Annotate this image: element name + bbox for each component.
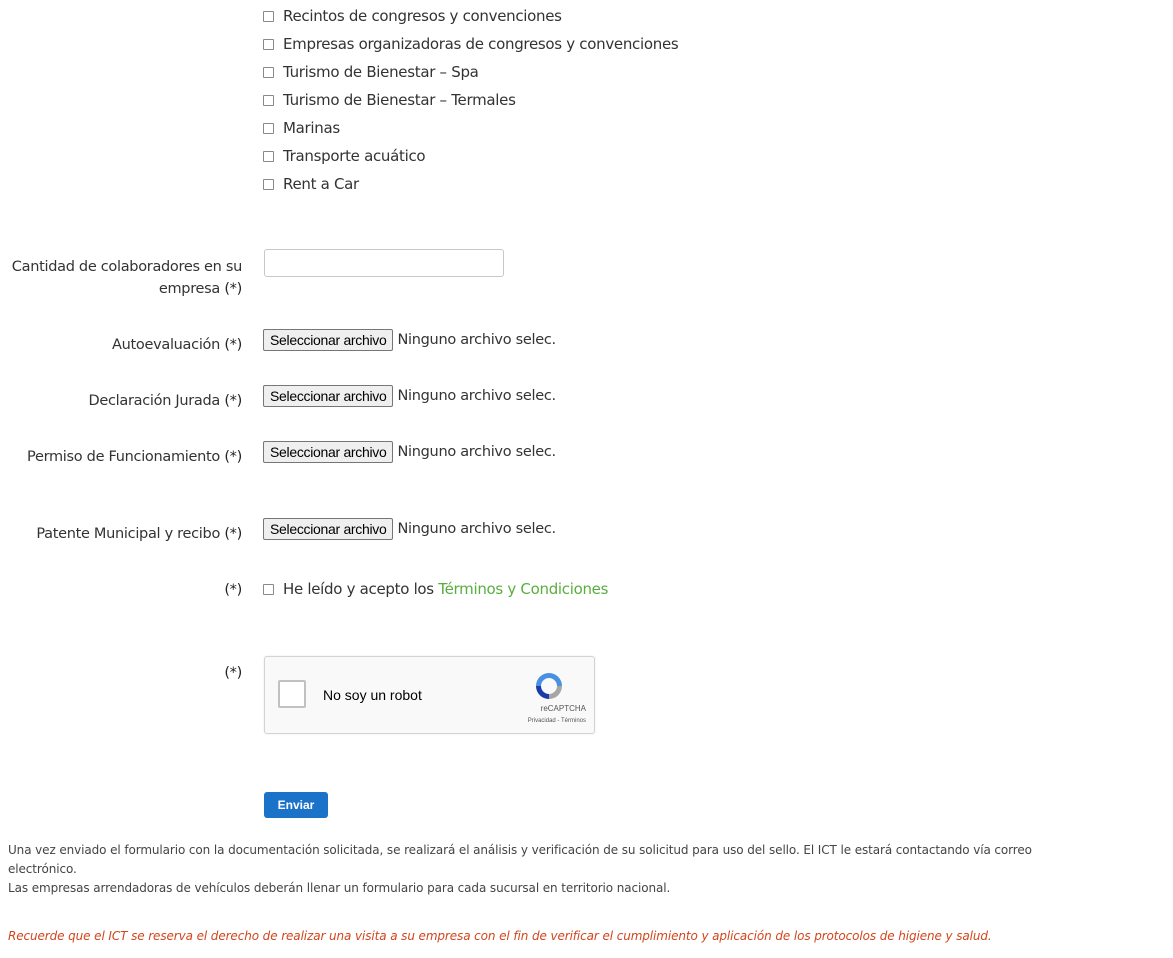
- checkbox-label: Turismo de Bienestar – Spa: [283, 63, 479, 81]
- terms-checkbox[interactable]: [263, 583, 274, 595]
- inspection-warning: Recuerde que el ICT se reserva el derech…: [8, 929, 992, 943]
- recaptcha-logo-icon: [536, 673, 562, 699]
- municipal-license-file-input[interactable]: Seleccionar archivo Ninguno archivo sele…: [263, 518, 556, 540]
- employees-input[interactable]: [264, 249, 504, 277]
- file-status: Ninguno archivo selec.: [397, 332, 556, 348]
- checkbox[interactable]: [263, 66, 274, 78]
- required-mark: (*): [224, 393, 242, 409]
- category-checkbox-rent-a-car[interactable]: Rent a Car: [263, 174, 359, 194]
- checkbox-label: Empresas organizadoras de congresos y co…: [283, 35, 679, 53]
- employees-label: Cantidad de colaboradores en su empresa …: [11, 259, 243, 297]
- recaptcha-brand: reCAPTCHA: [540, 704, 586, 713]
- checkbox-label: Marinas: [283, 119, 340, 137]
- recaptcha-widget: No soy un robot reCAPTCHA Privacidad - T…: [264, 656, 595, 734]
- select-file-button[interactable]: Seleccionar archivo: [263, 385, 394, 407]
- municipal-license-label: Patente Municipal y recibo (*): [36, 526, 242, 542]
- terms-required-mark: (*): [224, 582, 242, 598]
- category-checkbox-congress-venues[interactable]: Recintos de congresos y convenciones: [263, 6, 562, 26]
- category-checkbox-congress-organizers[interactable]: Empresas organizadoras de congresos y co…: [263, 34, 679, 54]
- captcha-required-mark: (*): [224, 665, 242, 681]
- checkbox[interactable]: [263, 38, 274, 50]
- select-file-button[interactable]: Seleccionar archivo: [263, 329, 394, 351]
- required-mark: (*): [224, 526, 242, 542]
- checkbox[interactable]: [263, 150, 274, 162]
- self-assessment-file-input[interactable]: Seleccionar archivo Ninguno archivo sele…: [263, 329, 556, 351]
- file-status: Ninguno archivo selec.: [397, 388, 556, 404]
- checkbox[interactable]: [263, 94, 274, 106]
- required-mark: (*): [224, 337, 242, 353]
- required-mark: (*): [224, 281, 242, 297]
- operating-permit-file-input[interactable]: Seleccionar archivo Ninguno archivo sele…: [263, 441, 556, 463]
- checkbox[interactable]: [263, 122, 274, 134]
- checkbox-label: Transporte acuático: [283, 147, 426, 165]
- checkbox[interactable]: [263, 178, 274, 190]
- recaptcha-checkbox[interactable]: [278, 680, 306, 708]
- self-assessment-label: Autoevaluación (*): [111, 337, 242, 353]
- checkbox-label: Rent a Car: [283, 175, 359, 193]
- terms-checkbox-row[interactable]: He leído y acepto los Términos y Condici…: [263, 579, 608, 599]
- note-line-1: Una vez enviado el formulario con la doc…: [8, 843, 1032, 857]
- terms-link[interactable]: Términos y Condiciones: [438, 580, 608, 598]
- sworn-statement-file-input[interactable]: Seleccionar archivo Ninguno archivo sele…: [263, 385, 556, 407]
- file-status: Ninguno archivo selec.: [397, 444, 556, 460]
- checkbox-label: Turismo de Bienestar – Termales: [283, 91, 516, 109]
- category-checkbox-thermal[interactable]: Turismo de Bienestar – Termales: [263, 90, 516, 110]
- note-line-3: Las empresas arrendadoras de vehículos d…: [8, 881, 671, 895]
- required-mark: (*): [224, 449, 242, 465]
- submit-button[interactable]: Enviar: [264, 792, 328, 818]
- checkbox-label: Recintos de congresos y convenciones: [283, 7, 562, 25]
- category-checkbox-spa[interactable]: Turismo de Bienestar – Spa: [263, 62, 479, 82]
- category-checkbox-marinas[interactable]: Marinas: [263, 118, 340, 138]
- operating-permit-label: Permiso de Funcionamiento (*): [27, 449, 242, 465]
- select-file-button[interactable]: Seleccionar archivo: [263, 441, 394, 463]
- terms-text: He leído y acepto los: [283, 580, 434, 598]
- sworn-statement-label: Declaración Jurada (*): [88, 393, 243, 409]
- select-file-button[interactable]: Seleccionar archivo: [263, 518, 394, 540]
- recaptcha-links[interactable]: Privacidad - Términos: [528, 718, 586, 724]
- checkbox[interactable]: [263, 10, 274, 22]
- category-checkbox-water-transport[interactable]: Transporte acuático: [263, 146, 426, 166]
- recaptcha-label: No soy un robot: [323, 687, 422, 703]
- file-status: Ninguno archivo selec.: [397, 521, 556, 537]
